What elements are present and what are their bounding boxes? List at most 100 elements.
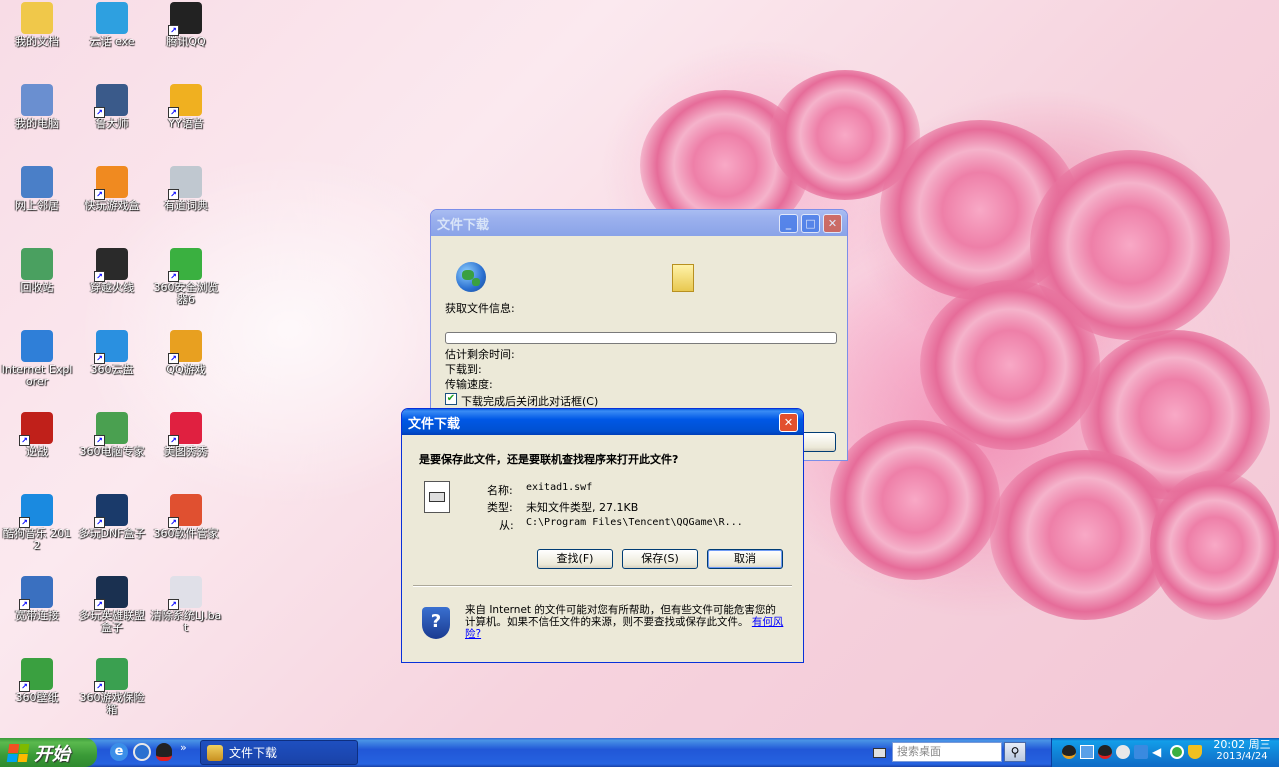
wallpaper-rose	[920, 280, 1100, 450]
quick-launch-qq-icon[interactable]	[156, 743, 172, 761]
search-icon[interactable]: ⚲	[1004, 742, 1026, 762]
desktop-icon-label: 回收站	[20, 281, 54, 294]
dialog-question: 是要保存此文件，还是要联机查找程序来打开此文件?	[419, 453, 679, 466]
globe-icon	[456, 262, 486, 292]
desktop-icon[interactable]: ↗ 腾讯QQ	[149, 2, 223, 48]
download-to-label: 下载到:	[445, 363, 482, 376]
desktop-icon-label: 我的电脑	[15, 117, 59, 130]
shortcut-arrow-icon: ↗	[168, 599, 179, 610]
desktop-icon[interactable]: ↗ 快玩游戏盒	[75, 166, 149, 212]
meitu-icon: ↗	[168, 412, 202, 446]
desktop-icon-label: 宽带连接	[15, 609, 59, 622]
desktop-icon[interactable]: ↗ 360安全浏览器6	[149, 248, 223, 306]
desktop-icon[interactable]: ↗ 360电脑专家	[75, 412, 149, 458]
desktop-icon[interactable]: 网上邻居	[0, 166, 74, 212]
quick-launch-browser-icon[interactable]	[133, 743, 151, 761]
desktop-icon[interactable]: ↗ 360软件管家	[149, 494, 223, 540]
close-button[interactable]: ✕	[823, 214, 842, 233]
tray-qq-icon[interactable]	[1062, 745, 1076, 759]
desktop-icon-label: 穿越火线	[90, 281, 134, 294]
clock-date: 2013/4/24	[1216, 751, 1268, 762]
desktop-icon[interactable]: 我的电脑	[0, 84, 74, 130]
desktop-icon-label: 360云盘	[90, 363, 134, 376]
desktop-icon[interactable]: Internet Explorer	[0, 330, 74, 388]
shortcut-arrow-icon: ↗	[19, 435, 30, 446]
desktop-icon[interactable]: ↗ 美图秀秀	[149, 412, 223, 458]
batch-file-icon: ↗	[168, 576, 202, 610]
close-when-done-label[interactable]: 下载完成后关闭此对话框(C)	[461, 393, 598, 409]
desktop-icon[interactable]: ↗ 有道词典	[149, 166, 223, 212]
title-bar[interactable]: 文件下载	[402, 409, 803, 435]
desktop-icon-label: Internet Explorer	[1, 363, 73, 388]
desktop-search-input[interactable]: 搜索桌面	[892, 742, 1002, 762]
desktop-icon[interactable]: 云话 exe	[75, 2, 149, 48]
swf-file-icon	[424, 481, 450, 513]
tray-qq-icon[interactable]	[1098, 745, 1112, 759]
close-when-done-checkbox[interactable]: ✔	[445, 393, 457, 405]
tray-360-icon[interactable]	[1170, 745, 1184, 759]
shortcut-arrow-icon: ↗	[94, 353, 105, 364]
quick-launch-expand-icon[interactable]: »	[180, 741, 187, 754]
keyboard-icon[interactable]	[873, 748, 886, 758]
tray-app-icon[interactable]	[1134, 745, 1148, 759]
ludashi-icon: ↗	[94, 84, 128, 118]
desktop-icon[interactable]: ↗ 清除系统LJ.bat	[149, 576, 223, 634]
shortcut-arrow-icon: ↗	[94, 681, 105, 692]
system-tray: ◀ 20:02 周三 2013/4/24	[1051, 738, 1279, 767]
360-expert-icon: ↗	[94, 412, 128, 446]
cancel-button[interactable]: 取消	[707, 549, 783, 569]
shortcut-arrow-icon: ↗	[168, 517, 179, 528]
desktop-icon[interactable]: ↗ 多玩英雄联盟盒子	[75, 576, 149, 634]
desktop-icon[interactable]: ↗ 360壁纸	[0, 658, 74, 704]
file-download-dialog[interactable]: 文件下载 ✕ 是要保存此文件，还是要联机查找程序来打开此文件? 名称: exit…	[401, 408, 804, 663]
kugou-icon: ↗	[19, 494, 53, 528]
save-button[interactable]: 保存(S)	[622, 549, 698, 569]
desktop-icon[interactable]: ↗ 360游戏保险箱	[75, 658, 149, 716]
desktop-icon-label: YY语音	[168, 117, 204, 130]
desktop-icon[interactable]: ↗ QQ游戏	[149, 330, 223, 376]
desktop-icon[interactable]: ↗ 穿越火线	[75, 248, 149, 294]
quick-launch-ie-icon[interactable]: e	[110, 743, 128, 761]
qq-game-icon: ↗	[168, 330, 202, 364]
close-button[interactable]: ✕	[779, 413, 798, 432]
desktop-icon-label: 360软件管家	[153, 527, 219, 540]
warning-text: 来自 Internet 的文件可能对您有所帮助，但有些文件可能危害您的计算机。如…	[465, 604, 776, 628]
find-button[interactable]: 查找(F)	[537, 549, 613, 569]
shortcut-arrow-icon: ↗	[168, 271, 179, 282]
tray-shield-icon[interactable]	[1188, 745, 1202, 759]
desktop-icon[interactable]: 回收站	[0, 248, 74, 294]
desktop-icon[interactable]: ↗ YY语音	[149, 84, 223, 130]
shortcut-arrow-icon: ↗	[19, 681, 30, 692]
desktop-icon[interactable]: ↗ 360云盘	[75, 330, 149, 376]
minimize-button[interactable]: _	[779, 214, 798, 233]
shortcut-arrow-icon: ↗	[94, 435, 105, 446]
desktop-icon-label: 美图秀秀	[164, 445, 208, 458]
wallpaper-rose	[830, 420, 1000, 580]
desktop-icon[interactable]: ↗ 鲁大师	[75, 84, 149, 130]
desktop-icon-label: 酷狗音乐 2012	[2, 527, 72, 552]
desktop-icon[interactable]: ↗ 逆战	[0, 412, 74, 458]
desktop-icon[interactable]: ↗ 酷狗音乐 2012	[0, 494, 74, 552]
taskbar-task-download[interactable]: 文件下载	[200, 740, 358, 765]
desktop-icon[interactable]: ↗ 多玩DNF盒子	[75, 494, 149, 540]
360-game-safe-icon: ↗	[94, 658, 128, 692]
desktop-icon-label: 腾讯QQ	[166, 35, 206, 48]
volume-icon[interactable]: ◀	[1152, 745, 1166, 759]
desktop-icon[interactable]: ↗ 宽带连接	[0, 576, 74, 622]
desktop-icon-label: 快玩游戏盒	[84, 199, 140, 212]
start-button[interactable]: 开始	[0, 738, 97, 767]
download-task-icon	[207, 744, 223, 761]
desktop-icon-label: 有道词典	[164, 199, 208, 212]
clock[interactable]: 20:02 周三 2013/4/24	[1206, 739, 1278, 763]
desktop-icon-label: 360电脑专家	[79, 445, 145, 458]
security-shield-icon: ?	[422, 607, 450, 639]
tray-network-icon[interactable]	[1080, 745, 1094, 759]
name-label: 名称:	[487, 484, 513, 497]
desktop-icon-label: 网上邻居	[15, 199, 59, 212]
wallpaper-rose	[880, 120, 1080, 300]
crossfire-icon: ↗	[94, 248, 128, 282]
maximize-button[interactable]: □	[801, 214, 820, 233]
desktop-icon[interactable]: 我的文档	[0, 2, 74, 48]
from-value: C:\Program Files\Tencent\QQGame\R...	[526, 517, 743, 528]
tray-app-icon[interactable]	[1116, 745, 1130, 759]
